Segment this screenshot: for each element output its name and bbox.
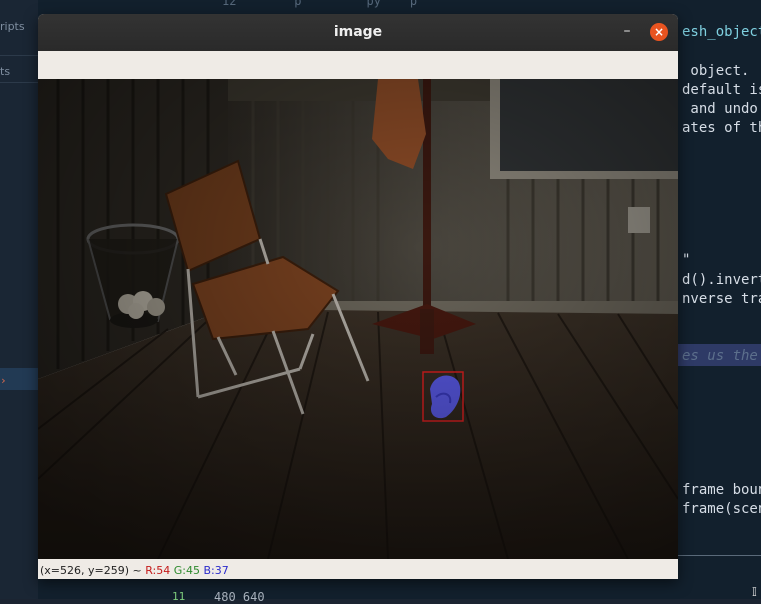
- code-line: object.: [682, 63, 750, 79]
- editor-top-line: 12 p py p: [222, 0, 418, 8]
- sidebar-item-scripts[interactable]: ripts: [0, 20, 25, 33]
- minimize-button[interactable]: –: [618, 23, 636, 41]
- window-title: image: [333, 24, 383, 40]
- editor-gutter-mark: 11: [172, 590, 186, 603]
- editor-divider: [678, 555, 761, 556]
- code-line: default is: [682, 82, 761, 98]
- sidebar-marker-icon: ›: [0, 374, 7, 387]
- close-button[interactable]: ×: [650, 23, 668, 41]
- editor-sidebar: ripts ts ›: [0, 0, 38, 599]
- sidebar-item-assets[interactable]: ts: [0, 65, 10, 78]
- code-line: es us the e: [682, 348, 758, 364]
- code-line: ": [682, 252, 691, 268]
- code-line: nverse tra: [682, 291, 761, 307]
- pixel-coords: (x=526, y=259) ~: [40, 564, 142, 577]
- code-line: frame boun: [682, 482, 761, 498]
- sidebar-divider: [0, 55, 38, 56]
- code-line: esh_object: [682, 24, 761, 40]
- pixel-info-statusbar: (x=526, y=259) ~ R:54 G:45 B:37: [38, 559, 678, 579]
- code-line: d().invert: [682, 272, 761, 288]
- window-toolbar: [38, 51, 678, 80]
- editor-status-text: 480 640: [214, 590, 265, 604]
- image-window: image – × (x=526, y=259) ~ R:54 G:45 B:3…: [38, 14, 678, 579]
- code-line: and undo: [682, 101, 758, 117]
- vignette-overlay: [38, 79, 678, 559]
- sidebar-divider: [0, 82, 38, 83]
- text-cursor-icon: 𝕀: [752, 585, 757, 599]
- pixel-green-value: G:45: [173, 564, 200, 577]
- rendered-scene-image[interactable]: [38, 79, 678, 559]
- code-line: ates of th: [682, 120, 761, 136]
- code-line: frame(scen: [682, 501, 761, 517]
- window-titlebar[interactable]: image – ×: [38, 14, 678, 51]
- pixel-blue-value: B:37: [203, 564, 229, 577]
- pixel-red-value: R:54: [145, 564, 171, 577]
